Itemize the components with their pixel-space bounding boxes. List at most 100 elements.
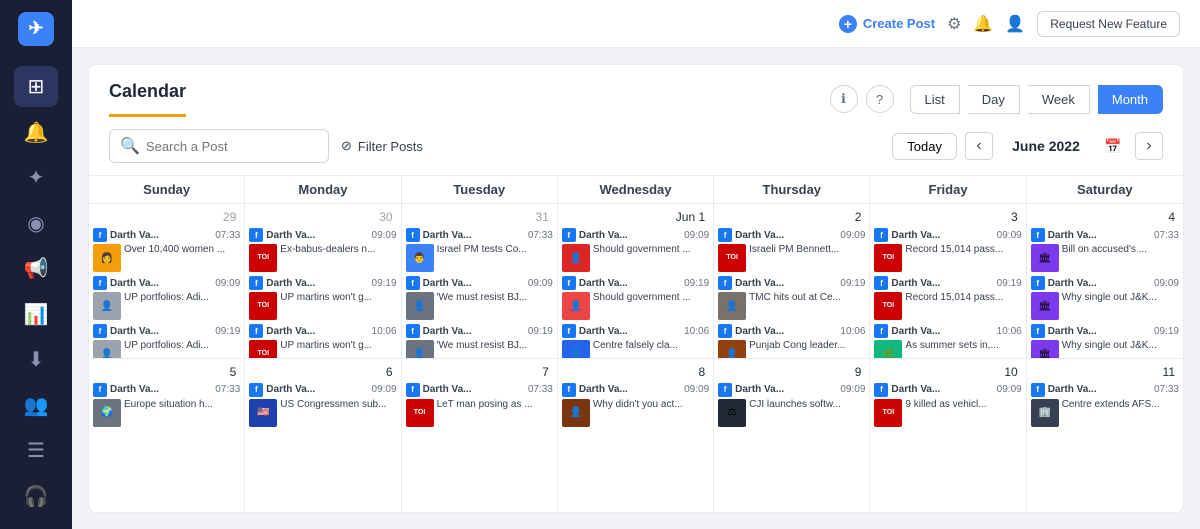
event-thumbnail: 👤 [93,292,121,320]
day-number-30: 30 [249,208,396,226]
sidebar-item-list[interactable]: ☰ [14,430,58,472]
fb-icon: f [1031,228,1045,242]
event-block[interactable]: f Darth Va... 10:06 TOI UP martins won't… [249,324,396,358]
event-block[interactable]: f Darth Va... 09:09 🏛 Why single out J&K… [1031,276,1179,320]
event-block[interactable]: f Darth Va... 10:06 👤 Centre falsely cla… [562,324,709,358]
fb-icon: f [718,228,732,242]
list-view-button[interactable]: List [910,85,960,114]
day-cell-6: 6 f Darth Va... 09:09 🇺🇸 [245,359,401,513]
sidebar-item-help[interactable]: 🎧 [14,475,58,517]
event-caption: UP martins won't g... [280,292,372,320]
event-time: 09:09 [840,384,865,395]
today-button[interactable]: Today [892,133,957,160]
info-icons: ℹ ? [830,85,894,113]
create-post-button[interactable]: + Create Post [839,15,935,33]
event-block[interactable]: f Darth Va... 09:19 👤 Should government … [562,276,709,320]
sidebar-item-alerts[interactable]: 🔔 [14,111,58,153]
event-thumbnail: 👤 [562,244,590,272]
event-time: 09:09 [684,384,709,395]
event-time: 09:09 [215,278,240,289]
info-icon[interactable]: ℹ [830,85,858,113]
sidebar-item-campaigns[interactable]: 📢 [14,248,58,290]
sidebar-item-monitor[interactable]: ◉ [14,202,58,244]
day-number-jun1: Jun 1 [562,208,709,226]
filter-button[interactable]: ⊘ Filter Posts [341,138,423,154]
event-time: 09:09 [997,230,1022,241]
day-number-31: 31 [406,208,553,226]
event-time: 07:33 [215,384,240,395]
event-block[interactable]: f Darth Va... 09:19 TOI UP martins won't… [249,276,396,320]
event-name: Darth Va... [110,278,159,289]
header-saturday: Saturday [1027,176,1183,203]
event-time: 07:33 [1154,230,1179,241]
view-controls: ℹ ? List Day Week Month [830,85,1164,114]
fb-icon: f [93,324,107,338]
event-block[interactable]: f Darth Va... 07:33 👨 Israel PM tests Co… [406,228,553,272]
event-thumbnail: 👤 [718,292,746,320]
logo[interactable]: ✈ [18,12,54,46]
event-block[interactable]: f Darth Va... 09:19 👤 'We must resist BJ… [406,324,553,358]
weeks-container: 29 f Darth Va... 07:33 👩 [89,203,1183,512]
toi-thumbnail: TOI [406,399,434,427]
fb-icon: f [249,324,263,338]
event-caption: Ex-babus-dealers n... [280,244,375,272]
fb-icon: f [406,324,420,338]
prev-month-button[interactable]: ‹ [965,132,993,160]
month-view-button[interactable]: Month [1098,85,1163,114]
event-caption: Why single out J&K... [1062,340,1157,358]
event-block[interactable]: f Darth Va... 09:19 👤 TMC hits out at Ce… [718,276,865,320]
sidebar-item-download[interactable]: ⬇ [14,339,58,381]
header-tuesday: Tuesday [402,176,558,203]
event-block[interactable]: f Darth Va... 07:33 🌍 Europe situation h… [93,383,240,427]
event-block[interactable]: f Darth Va... 09:09 TOI Ex-babus-dealers… [249,228,396,272]
event-block[interactable]: f Darth Va... 10:06 🌿 As summer sets in,… [874,324,1021,358]
event-name: Darth Va... [891,384,940,395]
user-icon[interactable]: 👤 [1005,14,1025,34]
sidebar-item-analytics[interactable]: ✦ [14,157,58,199]
event-block[interactable]: f Darth Va... 10:06 👤 Punjab Cong leader… [718,324,865,358]
search-box[interactable]: 🔍 [109,129,329,163]
fb-icon: f [249,228,263,242]
event-caption: UP portfolios: Adi... [124,292,209,320]
event-caption: Israeli PM Bennett... [749,244,839,272]
event-block[interactable]: f Darth Va... 09:09 TOI Israeli PM Benne… [718,228,865,272]
event-caption: Why didn't you act... [593,399,683,427]
event-block[interactable]: f Darth Va... 09:09 TOI Record 15,014 pa… [874,228,1021,272]
settings-icon[interactable]: ⚙ [947,14,961,34]
day-number-6: 6 [249,363,396,381]
event-time: 09:09 [997,384,1022,395]
sidebar-item-dashboard[interactable]: ⊞ [14,66,58,108]
next-month-button[interactable]: › [1135,132,1163,160]
event-thumbnail: ⚖ [718,399,746,427]
event-block[interactable]: f Darth Va... 09:09 🇺🇸 US Congressmen su… [249,383,396,427]
event-block[interactable]: f Darth Va... 07:33 🏛 Bill on accused's … [1031,228,1179,272]
event-block[interactable]: f Darth Va... 09:19 🏛 Why single out J&K… [1031,324,1179,358]
notification-icon[interactable]: 🔔 [973,14,993,34]
event-block[interactable]: f Darth Va... 09:09 TOI 9 killed as vehi… [874,383,1021,427]
calendar-icon[interactable]: 📅 [1099,132,1127,160]
event-block[interactable]: f Darth Va... 09:09 👤 'We must resist BJ… [406,276,553,320]
event-block[interactable]: f Darth Va... 07:33 TOI LeT man posing a… [406,383,553,427]
day-number-29: 29 [93,208,240,226]
event-block[interactable]: f Darth Va... 07:33 👩 Over 10,400 women … [93,228,240,272]
fb-icon: f [562,276,576,290]
sidebar-item-users[interactable]: 👥 [14,384,58,426]
event-block[interactable]: f Darth Va... 09:19 👤 UP portfolios: Adi… [93,324,240,358]
day-number-3: 3 [874,208,1021,226]
week-row-2: 5 f Darth Va... 07:33 🌍 [89,358,1183,513]
sidebar-item-reports[interactable]: 📊 [14,293,58,335]
event-block[interactable]: f Darth Va... 09:09 👤 Why didn't you act… [562,383,709,427]
search-input[interactable] [146,139,318,154]
event-block[interactable]: f Darth Va... 09:09 👤 Should government … [562,228,709,272]
event-time: 07:33 [215,230,240,241]
help-icon[interactable]: ? [866,85,894,113]
week-view-button[interactable]: Week [1028,85,1090,114]
event-caption: 'We must resist BJ... [437,340,528,358]
event-block[interactable]: f Darth Va... 09:09 ⚖ CJI launches softw… [718,383,865,427]
event-block[interactable]: f Darth Va... 07:33 🏢 Centre extends AFS… [1031,383,1179,427]
day-cell-9: 9 f Darth Va... 09:09 ⚖ [714,359,870,513]
day-view-button[interactable]: Day [968,85,1020,114]
request-feature-button[interactable]: Request New Feature [1037,11,1180,37]
event-block[interactable]: f Darth Va... 09:09 👤 UP portfolios: Adi… [93,276,240,320]
event-block[interactable]: f Darth Va... 09:19 TOI Record 15,014 pa… [874,276,1021,320]
